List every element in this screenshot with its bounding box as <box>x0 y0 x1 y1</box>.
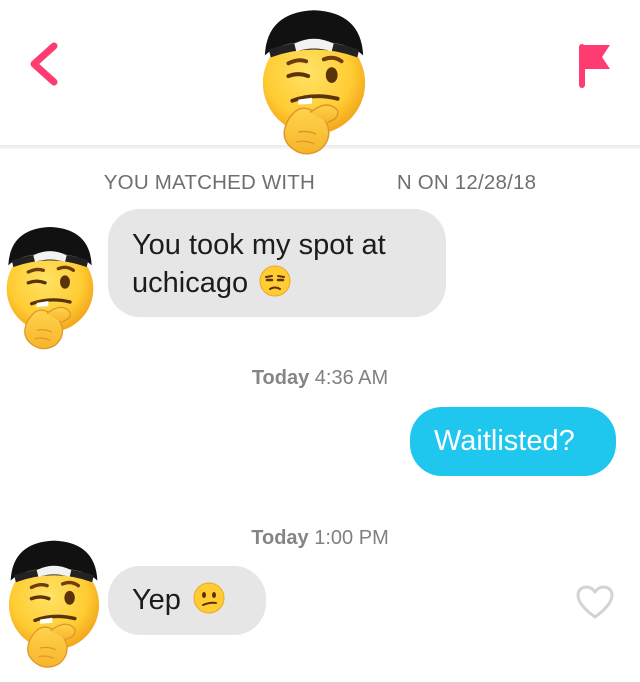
timestamp: Today 4:36 AM <box>251 367 389 389</box>
sender-avatar[interactable] <box>0 218 100 356</box>
confused-face-icon <box>193 582 225 614</box>
sender-avatar[interactable] <box>2 530 106 676</box>
unamused-face-icon <box>259 265 291 297</box>
message-text: Yep <box>132 584 181 616</box>
message-text: Waitlisted? <box>434 425 575 457</box>
chevron-left-icon[interactable] <box>22 38 66 90</box>
match-banner: YOU MATCHED WITH N ON 12/28/18 <box>0 171 640 195</box>
message-text: You took my spot at <box>132 229 386 261</box>
heart-outline-icon[interactable] <box>575 584 615 620</box>
message-text-line2: uchicago <box>132 264 422 302</box>
message-bubble-incoming[interactable]: You took my spot at uchicago <box>108 209 446 317</box>
redacted-name <box>320 174 391 193</box>
chat-header <box>0 0 640 148</box>
match-prefix: YOU MATCHED WITH <box>103 171 316 194</box>
flag-icon[interactable] <box>574 40 614 90</box>
message-bubble-incoming[interactable]: Yep <box>108 566 266 635</box>
match-avatar[interactable] <box>255 4 373 158</box>
message-bubble-outgoing[interactable]: Waitlisted? <box>410 407 616 476</box>
match-suffix: N ON 12/28/18 <box>396 171 537 194</box>
